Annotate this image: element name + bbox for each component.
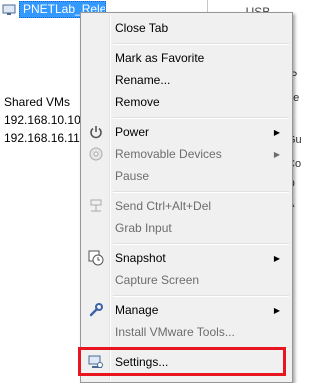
menu-item-remove[interactable]: Remove [83,91,290,113]
menu-item-label: Manage [115,303,159,317]
keyboard-network-icon [83,195,109,217]
submenu-arrow-icon: ▶ [273,253,280,263]
menu-separator [113,117,289,119]
menu-item-grab-input[interactable]: Grab Input [83,217,290,239]
power-icon [83,121,109,143]
submenu-arrow-icon: ▶ [273,127,280,137]
shared-vms-title: Shared VMs [4,95,71,109]
wrench-icon [83,299,109,321]
shared-vm-ip[interactable]: 192.168.10.101 [4,113,87,127]
menu-item-label: Pause [115,169,150,183]
submenu-arrow-icon: ▶ [273,149,280,159]
menu-item-pause[interactable]: Pause [83,165,290,187]
submenu-arrow-icon: ▶ [273,305,280,315]
context-menu: Close Tab Mark as Favorite Rename... Rem… [80,12,293,383]
menu-item-close-tab[interactable]: Close Tab [83,17,290,39]
menu-item-label: Close Tab [115,21,169,35]
menu-item-label: Rename... [115,73,171,87]
menu-item-label: Install VMware Tools... [115,325,235,339]
menu-item-label: Power [115,125,150,139]
menu-item-removable-devices[interactable]: Removable Devices ▶ [83,143,290,165]
settings-highlight-box [78,347,286,376]
menu-separator [113,43,289,45]
menu-item-label: Capture Screen [115,273,200,287]
menu-item-capture-screen[interactable]: Capture Screen [83,269,290,291]
menu-item-snapshot[interactable]: Snapshot ▶ [83,247,290,269]
menu-item-mark-favorite[interactable]: Mark as Favorite [83,47,290,69]
vm-icon [2,4,16,16]
menu-separator [113,191,289,193]
menu-item-manage[interactable]: Manage ▶ [83,299,290,321]
menu-item-send-ctrl-alt-del[interactable]: Send Ctrl+Alt+Del [83,195,290,217]
menu-item-label: Removable Devices [115,147,222,161]
menu-item-label: Grab Input [115,221,172,235]
menu-item-label: Send Ctrl+Alt+Del [115,199,212,213]
menu-item-label: Snapshot [115,251,166,265]
menu-item-power[interactable]: Power ▶ [83,121,290,143]
snapshot-clock-icon [83,247,109,269]
menu-item-label: Mark as Favorite [115,51,205,65]
menu-separator [113,243,289,245]
menu-item-label: Remove [115,95,160,109]
shared-vm-ip[interactable]: 192.168.16.11 [4,131,80,145]
disc-icon [83,143,109,165]
menu-item-install-vmware-tools[interactable]: Install VMware Tools... [83,321,290,343]
menu-separator [113,295,289,297]
menu-item-rename[interactable]: Rename... [83,69,290,91]
